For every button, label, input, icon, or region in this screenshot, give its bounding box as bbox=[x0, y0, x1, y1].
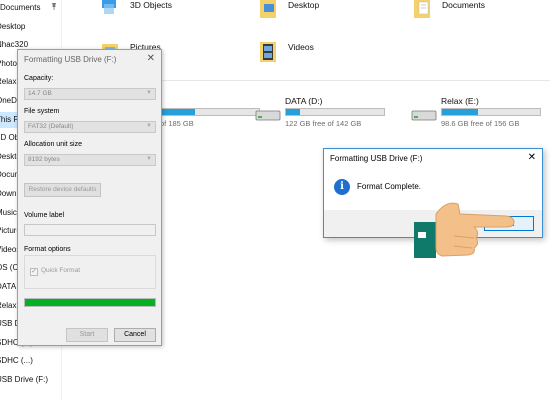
capacity-select[interactable]: 14.7 GB ▼ bbox=[24, 88, 156, 100]
format-dialog-title: Formatting USB Drive (F:) bbox=[24, 55, 117, 64]
pointing-hand-icon bbox=[414, 202, 515, 258]
start-button[interactable]: Start bbox=[66, 328, 108, 342]
documents-folder-icon bbox=[414, 0, 430, 18]
drive-free-space: 98.6 GB free of 156 GB bbox=[441, 119, 520, 128]
filesystem-value: FAT32 (Default) bbox=[28, 123, 74, 130]
allocation-select[interactable]: 8192 bytes ▼ bbox=[24, 154, 156, 166]
capacity-value: 14.7 GB bbox=[28, 90, 52, 97]
folder-label: Desktop bbox=[288, 0, 320, 10]
desktop-folder-icon bbox=[260, 0, 276, 18]
format-dialog: Formatting USB Drive (F:) ✕ Capacity: 14… bbox=[17, 49, 162, 346]
complete-message: Format Complete. bbox=[357, 182, 422, 191]
drive-usage-fill bbox=[161, 109, 195, 115]
cancel-button[interactable]: Cancel bbox=[114, 328, 156, 342]
hard-drive-icon bbox=[255, 110, 281, 121]
volume-label-input[interactable] bbox=[24, 224, 156, 236]
filesystem-label: File system bbox=[24, 108, 60, 115]
sidebar-item[interactable]: USB Drive (F:) bbox=[0, 372, 58, 388]
close-icon[interactable]: ✕ bbox=[147, 53, 155, 64]
filesystem-select[interactable]: FAT32 (Default) ▼ bbox=[24, 121, 156, 133]
sidebar-item[interactable]: SDHC (...) bbox=[0, 353, 58, 369]
drive-usage-bar bbox=[441, 108, 541, 116]
folder-label: Documents bbox=[442, 0, 485, 10]
format-progress-bar bbox=[24, 298, 156, 307]
restore-defaults-button[interactable]: Restore device defaults bbox=[24, 183, 101, 197]
drive-usage-fill bbox=[442, 109, 478, 115]
drive-name: Relax (E:) bbox=[441, 96, 479, 106]
chevron-down-icon: ▼ bbox=[146, 90, 152, 96]
format-options-label: Format options bbox=[24, 246, 71, 253]
quick-format-label: Quick Format bbox=[41, 267, 81, 274]
videos-folder-icon bbox=[260, 42, 276, 62]
chevron-down-icon: ▼ bbox=[146, 156, 152, 162]
volume-label: Volume label bbox=[24, 212, 65, 219]
drive-name: DATA (D:) bbox=[285, 96, 323, 106]
hard-drive-icon bbox=[411, 110, 437, 121]
drive-usage-bar bbox=[160, 108, 260, 116]
drive-free-space: 122 GB free of 142 GB bbox=[285, 119, 362, 128]
pin-icon bbox=[52, 3, 56, 10]
drive-free-space: of 185 GB bbox=[160, 119, 194, 128]
3d-objects-folder-icon bbox=[102, 0, 116, 14]
folder-label: Videos bbox=[288, 42, 314, 52]
quick-format-checkbox[interactable]: ✓ bbox=[30, 268, 38, 276]
complete-dialog-titlebar: Formatting USB Drive (F:) ✕ bbox=[324, 149, 542, 168]
folder-label: 3D Objects bbox=[130, 0, 173, 10]
capacity-label: Capacity: bbox=[24, 75, 54, 82]
allocation-value: 8192 bytes bbox=[28, 156, 60, 163]
allocation-label: Allocation unit size bbox=[24, 141, 82, 148]
close-icon[interactable]: ✕ bbox=[528, 152, 536, 163]
format-options-group: ✓ Quick Format bbox=[24, 255, 156, 289]
complete-dialog-title: Formatting USB Drive (F:) bbox=[330, 154, 423, 163]
format-progress-fill bbox=[25, 299, 155, 306]
chevron-down-icon: ▼ bbox=[146, 123, 152, 129]
sidebar-item[interactable]: Desktop bbox=[0, 19, 58, 35]
drive-usage-fill bbox=[286, 109, 300, 115]
drive-usage-bar bbox=[285, 108, 385, 116]
info-icon: i bbox=[334, 179, 350, 195]
